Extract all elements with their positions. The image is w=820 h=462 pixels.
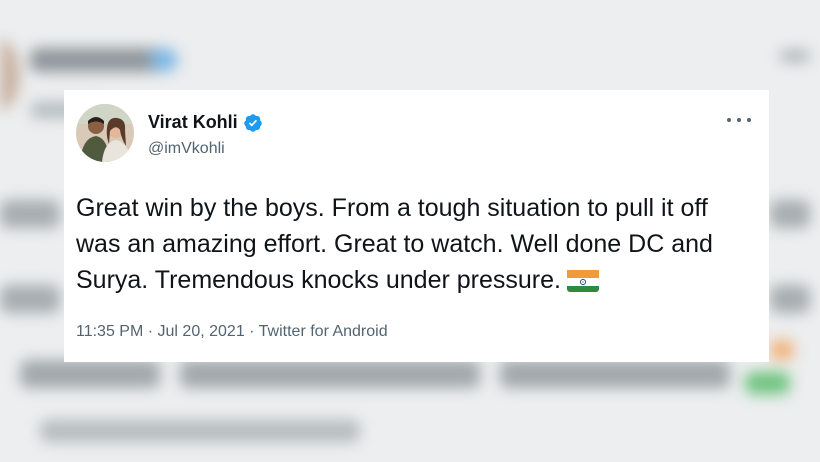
tweet-card[interactable]: Virat Kohli @imVkohli Great win by the b… xyxy=(64,90,769,362)
avatar[interactable] xyxy=(76,104,134,162)
tweet-text: Great win by the boys. From a tough situ… xyxy=(76,190,756,298)
verified-badge-icon xyxy=(243,113,263,133)
display-name[interactable]: Virat Kohli xyxy=(148,112,238,133)
more-options-icon[interactable] xyxy=(727,112,751,128)
tweet-body: Great win by the boys. From a tough situ… xyxy=(76,194,720,294)
tweet-date[interactable]: Jul 20, 2021 xyxy=(158,323,245,340)
display-name-row[interactable]: Virat Kohli xyxy=(148,112,263,133)
avatar-image xyxy=(76,104,134,162)
tweet-source[interactable]: Twitter for Android xyxy=(259,323,388,340)
tweet-meta: 11:35 PM · Jul 20, 2021 · Twitter for An… xyxy=(76,323,388,341)
tweet-time[interactable]: 11:35 PM xyxy=(76,323,143,340)
india-flag-icon xyxy=(566,268,599,292)
user-handle[interactable]: @imVkohli xyxy=(148,140,225,158)
meta-separator: · xyxy=(249,323,255,340)
meta-separator: · xyxy=(147,323,154,340)
